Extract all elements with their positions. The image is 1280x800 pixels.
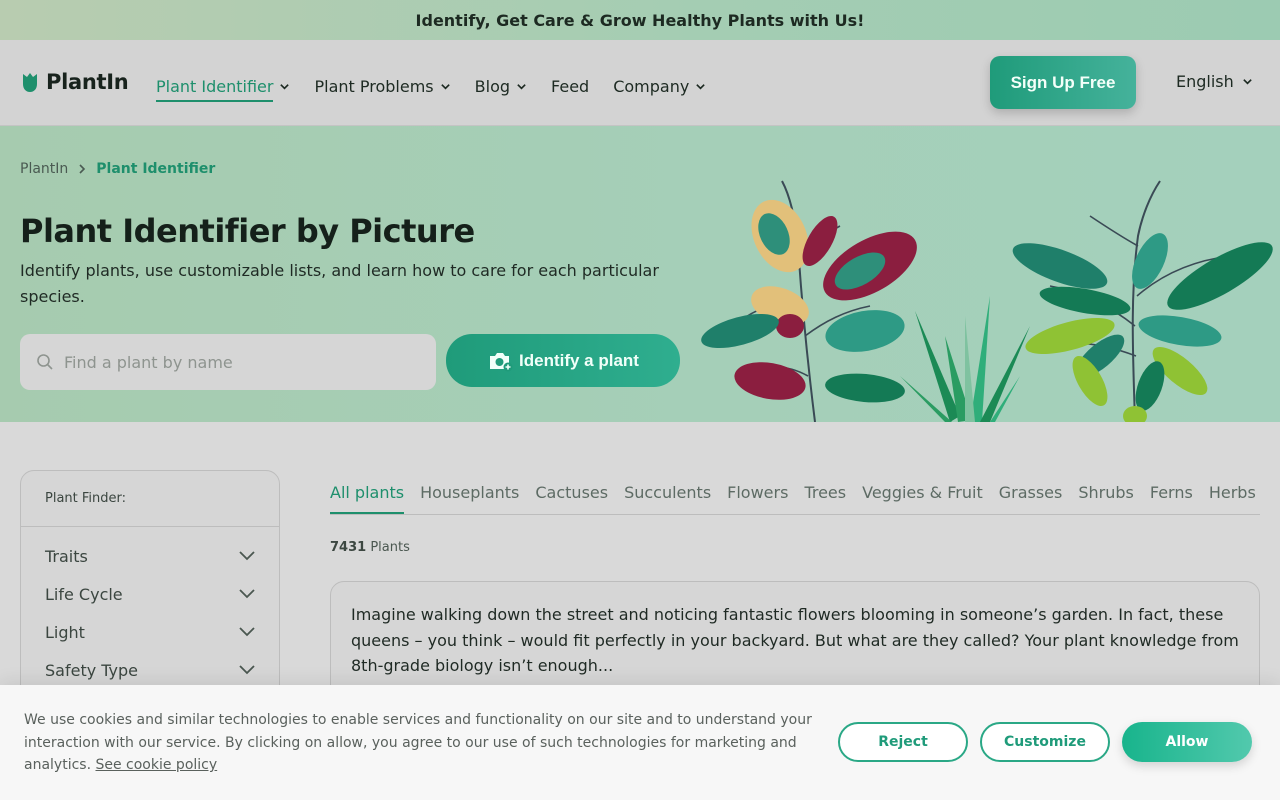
plant-count: 7431 Plants xyxy=(330,540,410,555)
identify-plant-button[interactable]: Identify a plant xyxy=(446,334,680,387)
filter-life-cycle[interactable]: Life Cycle xyxy=(21,575,279,613)
tab-ferns[interactable]: Ferns xyxy=(1150,480,1193,514)
language-label: English xyxy=(1176,72,1234,91)
cookie-banner: We use cookies and similar technologies … xyxy=(0,685,1280,800)
tab-cactuses[interactable]: Cactuses xyxy=(535,480,608,514)
plant-finder-title: Plant Finder: xyxy=(21,471,279,527)
breadcrumb-home[interactable]: PlantIn xyxy=(20,161,68,177)
hero: PlantIn Plant Identifier Plant Identifie… xyxy=(0,126,1280,422)
tab-veggies-fruit[interactable]: Veggies & Fruit xyxy=(862,480,983,514)
filter-label: Traits xyxy=(45,546,88,566)
tab-houseplants[interactable]: Houseplants xyxy=(420,480,519,514)
plants-illustration xyxy=(701,180,1273,422)
promo-banner-text: Identify, Get Care & Grow Healthy Plants… xyxy=(415,10,865,30)
tab-flowers[interactable]: Flowers xyxy=(727,480,788,514)
category-tabs: All plants Houseplants Cactuses Succulen… xyxy=(330,480,1260,515)
camera-plus-icon xyxy=(490,352,513,371)
nav-plant-identifier[interactable]: Plant Identifier xyxy=(156,72,290,102)
chevron-down-icon xyxy=(239,551,255,561)
nav-feed[interactable]: Feed xyxy=(551,72,589,100)
chevron-down-icon xyxy=(440,83,450,90)
chevron-right-icon xyxy=(79,164,86,174)
tulip-logo-icon xyxy=(23,73,37,92)
search-icon xyxy=(37,354,53,370)
tab-all-plants[interactable]: All plants xyxy=(330,480,405,514)
breadcrumb: PlantIn Plant Identifier xyxy=(20,161,215,177)
plant-count-number: 7431 xyxy=(330,540,367,555)
chevron-down-icon xyxy=(239,589,255,599)
filter-label: Life Cycle xyxy=(45,584,123,604)
filter-traits[interactable]: Traits xyxy=(21,537,279,575)
chevron-down-icon xyxy=(696,83,706,90)
language-selector[interactable]: English xyxy=(1176,72,1253,91)
nav-label: Company xyxy=(613,76,690,96)
filter-safety-type[interactable]: Safety Type xyxy=(21,651,279,689)
chevron-down-icon xyxy=(1243,79,1252,85)
page-subtitle: Identify plants, use customizable lists,… xyxy=(20,261,659,306)
filter-light[interactable]: Light xyxy=(21,613,279,651)
customize-button[interactable]: Customize xyxy=(980,722,1110,762)
nav-label: Plant Identifier xyxy=(156,77,274,102)
site-header: PlantIn Plant Identifier Plant Problems … xyxy=(0,40,1280,126)
page-title: Plant Identifier by Picture xyxy=(20,212,475,250)
identify-plant-label: Identify a plant xyxy=(519,350,639,370)
intro-text: Imagine walking down the street and noti… xyxy=(351,605,1239,675)
reject-button[interactable]: Reject xyxy=(838,722,968,762)
filter-label: Safety Type xyxy=(45,660,139,680)
allow-button[interactable]: Allow xyxy=(1122,722,1252,762)
plant-search[interactable] xyxy=(20,334,436,390)
nav-label: Blog xyxy=(474,76,511,96)
logo[interactable]: PlantIn xyxy=(20,70,129,94)
nav-blog[interactable]: Blog xyxy=(475,72,527,100)
nav-plant-problems[interactable]: Plant Problems xyxy=(314,72,450,100)
cookie-policy-link[interactable]: See cookie policy xyxy=(95,757,217,773)
main-nav: Plant Identifier Plant Problems Blog Fee… xyxy=(156,72,730,102)
filter-label: Light xyxy=(45,622,85,642)
breadcrumb-current: Plant Identifier xyxy=(96,161,216,177)
tab-shrubs[interactable]: Shrubs xyxy=(1078,480,1134,514)
tab-herbs[interactable]: Herbs xyxy=(1209,480,1256,514)
plant-count-label: Plants xyxy=(366,540,410,555)
chevron-down-icon xyxy=(239,665,255,675)
nav-company[interactable]: Company xyxy=(613,72,706,100)
logo-text: PlantIn xyxy=(46,70,129,94)
tab-grasses[interactable]: Grasses xyxy=(999,480,1063,514)
nav-label: Plant Problems xyxy=(314,76,434,96)
nav-label: Feed xyxy=(551,76,590,96)
chevron-down-icon xyxy=(280,83,290,90)
chevron-down-icon xyxy=(517,83,526,90)
sign-up-button[interactable]: Sign Up Free xyxy=(990,56,1136,109)
promo-banner: Identify, Get Care & Grow Healthy Plants… xyxy=(0,0,1280,40)
chevron-down-icon xyxy=(239,627,255,637)
tab-succulents[interactable]: Succulents xyxy=(624,480,711,514)
filter-list: Traits Life Cycle Light Safety Type xyxy=(21,527,279,689)
cookie-text: We use cookies and similar technologies … xyxy=(24,709,824,777)
search-input[interactable] xyxy=(64,352,424,372)
tab-trees[interactable]: Trees xyxy=(804,480,846,514)
